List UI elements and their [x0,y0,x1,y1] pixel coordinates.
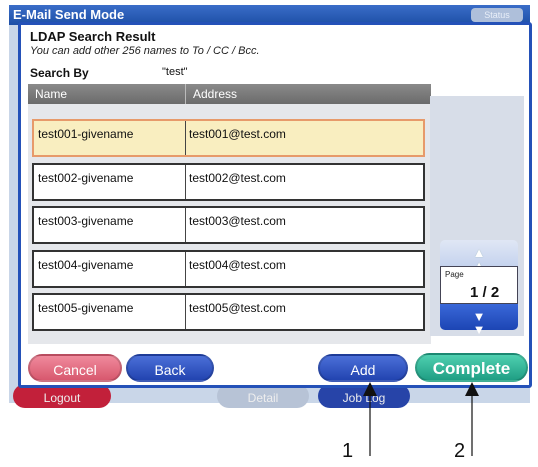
callout-number-2: 2 [454,440,466,462]
callout-number-1: 1 [342,440,354,462]
column-separator [185,84,186,104]
page-value: 1 / 2 [470,284,500,301]
table-row[interactable]: test005-givename test005@test.com [32,293,425,331]
column-header-name: Name [35,87,68,101]
row-address: test005@test.com [189,301,286,315]
search-by-value: "test" [162,66,188,78]
table-row[interactable]: test003-givename test003@test.com [32,206,425,244]
cell-divider [185,208,186,242]
row-address: test004@test.com [189,258,286,272]
cell-divider [185,295,186,329]
row-name: test002-givename [38,171,134,185]
column-header-address: Address [193,87,238,101]
row-name: test003-givename [38,214,134,228]
dialog-subtitle: You can add other 256 names to To / CC /… [30,45,260,57]
search-by-label: Search By [30,66,89,80]
back-button[interactable]: Back [126,354,214,382]
row-address: test001@test.com [189,127,286,141]
cell-divider [185,121,186,155]
table-row[interactable]: test004-givename test004@test.com [32,250,425,288]
status-button[interactable]: Status [471,8,523,22]
page-up-button[interactable]: ▲▲ [440,240,518,272]
row-address: test003@test.com [189,214,286,228]
table-row[interactable]: test001-givename test001@test.com [32,119,425,157]
cell-divider [185,165,186,199]
cancel-button[interactable]: Cancel [28,354,122,382]
callout-arrow-1 [363,382,377,456]
row-name: test005-givename [38,301,134,315]
table-row[interactable]: test002-givename test002@test.com [32,163,425,201]
cell-divider [185,252,186,286]
double-chevron-down-icon: ▼ ▼ [472,309,486,337]
page-down-button[interactable]: ▼ ▼ [440,304,518,336]
row-address: test002@test.com [189,171,286,185]
dialog-title: LDAP Search Result [30,29,156,44]
row-name: test001-givename [38,127,134,141]
page-label: Page [445,270,464,279]
row-name: test004-givename [38,258,134,272]
complete-button[interactable]: Complete [415,353,528,382]
add-button[interactable]: Add [318,354,408,382]
